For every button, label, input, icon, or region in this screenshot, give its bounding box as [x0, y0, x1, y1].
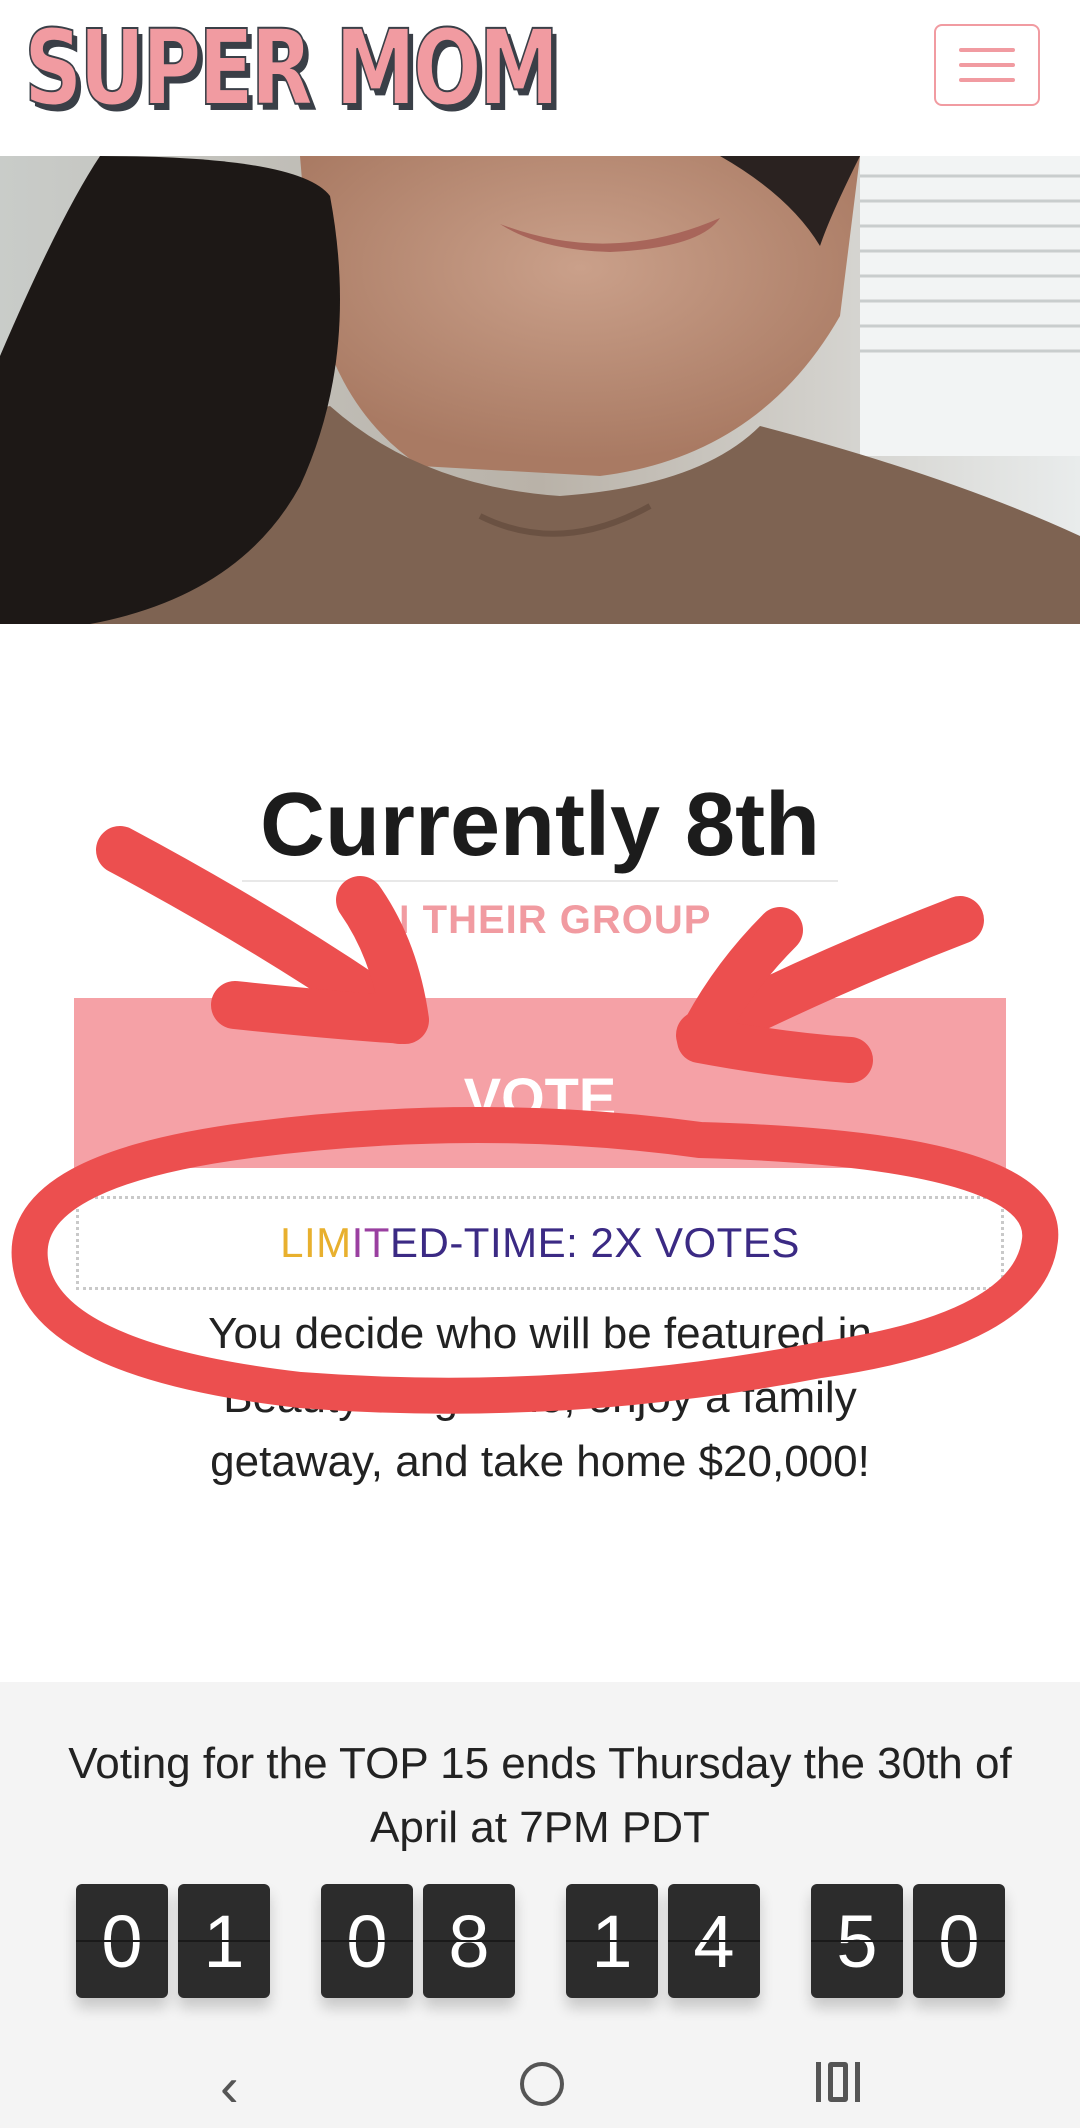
header: SUPER MOM — [0, 0, 1080, 156]
promo-text-3: ED-TIME: 2X VOTES — [389, 1219, 800, 1266]
countdown-digit: 1 — [178, 1884, 270, 1998]
recent-apps-icon[interactable] — [816, 2062, 860, 2102]
site-logo[interactable]: SUPER MOM — [23, 7, 560, 129]
countdown-digit: 4 — [668, 1884, 760, 1998]
countdown-digit: 5 — [811, 1884, 903, 1998]
promo-banner: LIM IT ED-TIME: 2X VOTES — [76, 1196, 1004, 1290]
back-icon[interactable]: ‹ — [220, 2054, 239, 2119]
description: You decide who will be featured in Beaut… — [208, 1309, 872, 1486]
rank-subtitle: IN THEIR GROUP — [368, 898, 712, 942]
hamburger-icon — [959, 48, 1015, 52]
voting-deadline: Voting for the TOP 15 ends Thursday the … — [68, 1739, 1012, 1852]
contestant-photo — [0, 156, 1080, 624]
home-icon[interactable] — [520, 2062, 564, 2106]
android-nav-bar: ‹ — [0, 2040, 1080, 2128]
countdown-digit: 1 — [566, 1884, 658, 1998]
promo-text-2: IT — [351, 1219, 390, 1266]
promo-text-1: LIM — [280, 1219, 352, 1266]
countdown-digit: 0 — [76, 1884, 168, 1998]
rank-title: Currently 8th — [259, 775, 821, 875]
vote-button[interactable]: VOTE — [74, 998, 1006, 1168]
menu-button[interactable] — [934, 24, 1040, 106]
countdown-digit: 0 — [321, 1884, 413, 1998]
divider — [242, 880, 838, 882]
countdown-digit: 0 — [913, 1884, 1005, 1998]
countdown-digit: 8 — [423, 1884, 515, 1998]
